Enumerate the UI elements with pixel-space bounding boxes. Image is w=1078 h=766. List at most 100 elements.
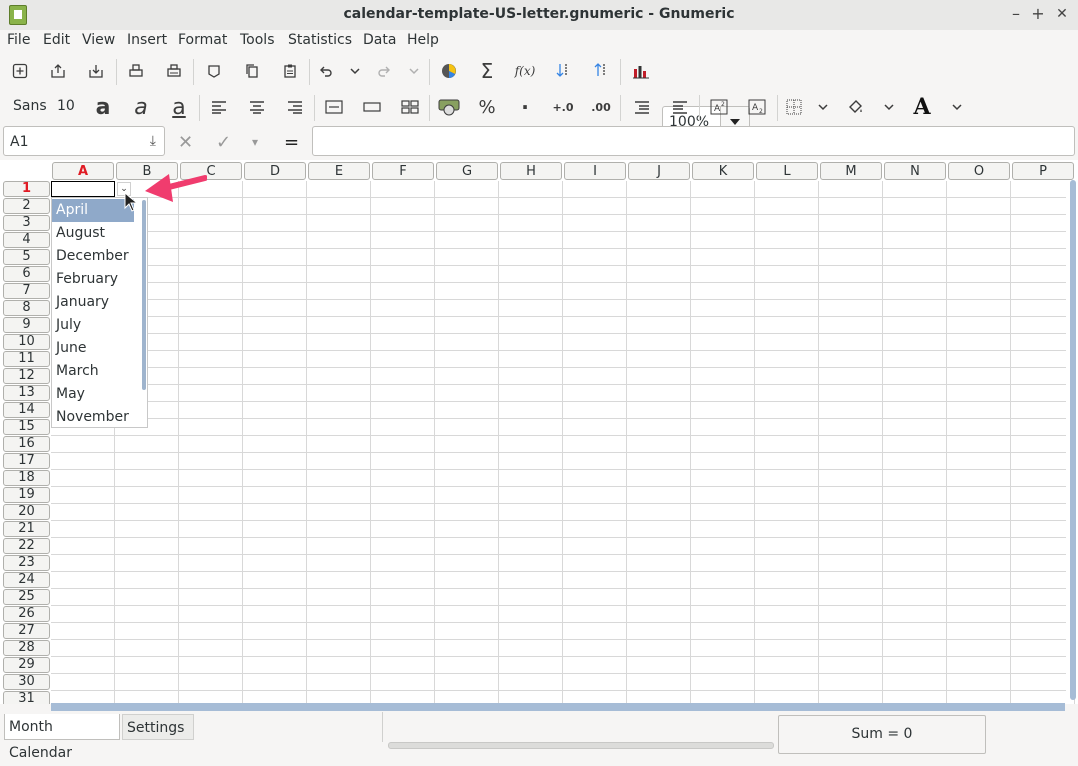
unmerge-cells-icon[interactable]	[395, 93, 425, 121]
vertical-scrollbar[interactable]	[1070, 180, 1076, 700]
row-header-10[interactable]: 10	[3, 334, 50, 350]
column-header-p[interactable]: P	[1012, 162, 1074, 180]
menu-format[interactable]: Format	[178, 32, 227, 48]
row-header-2[interactable]: 2	[3, 198, 50, 214]
print-icon[interactable]	[121, 57, 151, 85]
align-right-icon[interactable]	[280, 93, 310, 121]
row-header-21[interactable]: 21	[3, 521, 50, 537]
dropdown-scrollbar[interactable]	[142, 200, 146, 390]
column-header-m[interactable]: M	[820, 162, 882, 180]
menu-tools[interactable]: Tools	[240, 32, 275, 48]
close-button[interactable]: ✕	[1052, 4, 1072, 24]
dropdown-option-july[interactable]: July	[52, 314, 134, 337]
new-icon[interactable]	[5, 57, 35, 85]
cell-reference[interactable]: A1	[10, 134, 28, 150]
column-header-o[interactable]: O	[948, 162, 1010, 180]
validation-dropdown-list[interactable]: April August December February January July Ju…	[51, 197, 148, 428]
decrease-decimals-icon[interactable]: .00	[586, 93, 616, 121]
row-header-27[interactable]: 27	[3, 623, 50, 639]
accept-edit-icon[interactable]: ✓	[216, 132, 231, 153]
column-header-g[interactable]: G	[436, 162, 498, 180]
underline-icon[interactable]: a	[164, 93, 194, 121]
row-header-26[interactable]: 26	[3, 606, 50, 622]
name-box-down-arrow-icon[interactable]: ⤓	[150, 133, 156, 149]
formula-input[interactable]	[312, 126, 1075, 156]
decrease-indent-icon[interactable]	[627, 93, 657, 121]
row-header-8[interactable]: 8	[3, 300, 50, 316]
function-icon[interactable]: f(x)	[510, 57, 540, 85]
row-header-31[interactable]: 31	[3, 691, 50, 704]
redo-icon[interactable]	[369, 57, 399, 85]
row-header-28[interactable]: 28	[3, 640, 50, 656]
column-header-h[interactable]: H	[500, 162, 562, 180]
menu-edit[interactable]: Edit	[43, 32, 70, 48]
cancel-edit-icon[interactable]: ✕	[178, 132, 193, 153]
menu-insert[interactable]: Insert	[127, 32, 167, 48]
row-header-6[interactable]: 6	[3, 266, 50, 282]
merge-center-icon[interactable]	[319, 93, 349, 121]
row-header-30[interactable]: 30	[3, 674, 50, 690]
row-header-5[interactable]: 5	[3, 249, 50, 265]
row-header-4[interactable]: 4	[3, 232, 50, 248]
font-name-selector[interactable]: Sans	[13, 98, 47, 114]
column-header-f[interactable]: F	[372, 162, 434, 180]
align-center-icon[interactable]	[242, 93, 272, 121]
borders-icon[interactable]	[779, 93, 809, 121]
print-preview-icon[interactable]	[159, 57, 189, 85]
undo-menu-chevron-down-icon[interactable]	[340, 57, 370, 85]
merge-cells-icon[interactable]	[357, 93, 387, 121]
font-color-icon[interactable]: A	[907, 93, 937, 121]
column-header-d[interactable]: D	[244, 162, 306, 180]
redo-menu-chevron-down-icon[interactable]	[399, 57, 429, 85]
row-header-11[interactable]: 11	[3, 351, 50, 367]
spreadsheet-grid[interactable]: ABCDEFGHIJKLMNOP 1 2 3 4 5 6 7 8 9 10 11 12 13 14 15 16…	[0, 160, 1078, 704]
cell-gridlines[interactable]	[51, 181, 1075, 704]
accept-menu-chevron-down-icon[interactable]: ▾	[252, 135, 258, 149]
dropdown-option-february[interactable]: February	[52, 268, 134, 291]
row-header-15[interactable]: 15	[3, 419, 50, 435]
row-header-1[interactable]: 1	[3, 181, 50, 197]
sort-ascending-icon[interactable]	[548, 57, 578, 85]
row-header-7[interactable]: 7	[3, 283, 50, 299]
save-icon[interactable]	[81, 57, 111, 85]
copy-icon[interactable]	[237, 57, 267, 85]
active-cell-a1[interactable]	[51, 181, 115, 197]
open-icon[interactable]	[43, 57, 73, 85]
menu-file[interactable]: File	[7, 32, 30, 48]
increase-indent-icon[interactable]	[665, 93, 695, 121]
column-header-n[interactable]: N	[884, 162, 946, 180]
minimize-button[interactable]: –	[1006, 4, 1026, 24]
fill-color-icon[interactable]	[840, 93, 870, 121]
menu-help[interactable]: Help	[407, 32, 439, 48]
sheet-tab-month-calendar[interactable]: Month Calendar	[4, 714, 120, 761]
currency-format-icon[interactable]	[434, 93, 464, 121]
chart-icon[interactable]	[626, 57, 656, 85]
row-header-20[interactable]: 20	[3, 504, 50, 520]
row-header-16[interactable]: 16	[3, 436, 50, 452]
row-header-12[interactable]: 12	[3, 368, 50, 384]
bold-icon[interactable]: a	[88, 93, 118, 121]
dropdown-option-december[interactable]: December	[52, 245, 134, 268]
insert-graphic-icon[interactable]	[434, 57, 464, 85]
paste-icon[interactable]	[275, 57, 305, 85]
font-size-selector[interactable]: 10	[57, 98, 75, 114]
sheet-tab-settings[interactable]: Settings	[122, 714, 194, 740]
maximize-button[interactable]: +	[1028, 4, 1048, 24]
row-header-19[interactable]: 19	[3, 487, 50, 503]
horizontal-scrollbar[interactable]	[388, 742, 774, 749]
subscript-icon[interactable]: A2	[742, 93, 772, 121]
row-header-24[interactable]: 24	[3, 572, 50, 588]
row-header-3[interactable]: 3	[3, 215, 50, 231]
dropdown-option-november[interactable]: November	[52, 406, 134, 427]
percent-format-icon[interactable]: %	[472, 93, 502, 121]
menu-statistics[interactable]: Statistics	[288, 32, 352, 48]
row-header-9[interactable]: 9	[3, 317, 50, 333]
column-header-e[interactable]: E	[308, 162, 370, 180]
dropdown-option-april[interactable]: April	[52, 199, 134, 222]
column-header-k[interactable]: K	[692, 162, 754, 180]
column-header-l[interactable]: L	[756, 162, 818, 180]
font-color-chevron-down-icon[interactable]	[942, 93, 972, 121]
column-header-a[interactable]: A	[52, 162, 114, 180]
row-header-25[interactable]: 25	[3, 589, 50, 605]
undo-icon[interactable]	[311, 57, 341, 85]
